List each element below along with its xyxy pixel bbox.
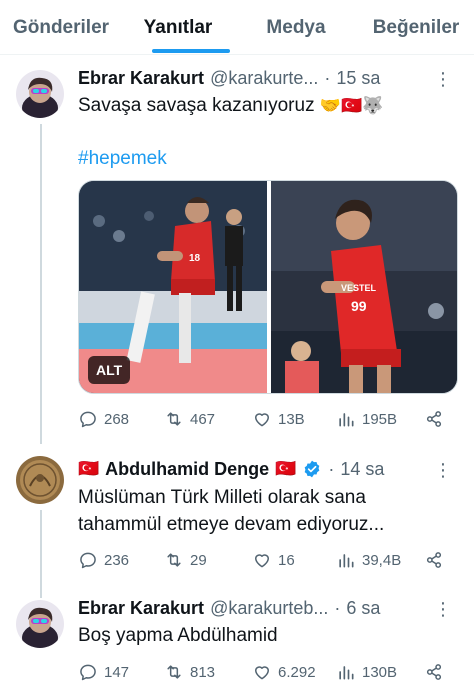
heart-icon [255, 666, 269, 680]
alt-text-badge[interactable]: ALT [88, 356, 131, 384]
post-text: Boş yapma Abdülhamid [78, 625, 278, 646]
heart-icon [255, 554, 269, 568]
reply-button[interactable]: 147 [78, 662, 129, 682]
more-options-icon[interactable]: ⋮ [434, 70, 452, 88]
thread-connector [40, 124, 42, 444]
avatar[interactable] [16, 70, 64, 118]
like-count: 6.292 [278, 663, 316, 681]
post-actions: 147 813 6.292 130B [78, 660, 448, 684]
display-name[interactable]: Ebrar Karakurt [78, 598, 204, 619]
profile-tabs: Gönderiler Yanıtlar Medya Beğeniler [0, 0, 474, 55]
avatar[interactable] [16, 600, 64, 648]
repost-icon [167, 412, 181, 426]
reply-button[interactable]: 268 [78, 409, 129, 429]
svg-text:18: 18 [189, 253, 201, 264]
thread-connector [40, 510, 42, 598]
repost-icon [167, 665, 181, 679]
reply-count: 236 [104, 551, 130, 569]
repost-count: 467 [190, 410, 216, 428]
user-handle[interactable]: @karakurte... [210, 68, 318, 89]
views-button[interactable]: 39,4B [336, 550, 401, 570]
share-button[interactable] [424, 550, 444, 570]
reply-button[interactable]: 236 [78, 550, 129, 570]
tab-gonderiler[interactable]: Gönderiler [0, 0, 122, 55]
tab-begeniler[interactable]: Beğeniler [358, 0, 474, 55]
share-icon [426, 664, 442, 680]
share-button[interactable] [424, 409, 444, 429]
volleyball-photo-right[interactable]: VESTEL 99 [271, 181, 458, 394]
more-options-icon[interactable]: ⋮ [434, 600, 452, 618]
post-time[interactable]: 14 sa [340, 459, 384, 480]
display-name[interactable]: Abdulhamid Denge [105, 459, 269, 480]
like-count: 13B [278, 410, 305, 428]
reply-count: 268 [104, 410, 130, 428]
post-actions: 236 29 16 39,4B [78, 548, 448, 572]
avatar[interactable] [16, 456, 64, 504]
separator-dot: · [328, 458, 335, 479]
views-count: 39,4B [362, 551, 402, 569]
active-tab-indicator [152, 49, 230, 53]
post-actions: 268 467 13B 195B [78, 407, 448, 431]
more-options-icon[interactable]: ⋮ [434, 461, 452, 479]
verified-badge-icon[interactable] [302, 459, 322, 479]
views-chart-icon [339, 666, 354, 680]
hashtag-link[interactable]: #hepemek [78, 148, 167, 170]
views-chart-icon [339, 413, 354, 427]
flag-icon: 🇹🇷 [78, 459, 100, 478]
separator-dot: · [324, 67, 331, 88]
views-chart-icon [339, 554, 354, 568]
svg-text:VESTEL: VESTEL [341, 283, 377, 293]
post-text-line: Müslüman Türk Milleti olarak sana [78, 487, 366, 508]
repost-count: 29 [190, 551, 207, 569]
share-icon [426, 411, 442, 427]
repost-icon [167, 553, 181, 567]
post-text-line: tahammül etmeye devam ediyoruz... [78, 514, 385, 535]
reply-count: 147 [104, 663, 130, 681]
tab-yanitlar[interactable]: Yanıtlar [122, 0, 234, 55]
share-icon [426, 552, 442, 568]
views-count: 130B [362, 663, 398, 681]
repost-button[interactable]: 813 [164, 662, 215, 682]
separator-dot: · [334, 597, 341, 618]
views-count: 195B [362, 410, 398, 428]
post-text: Müslüman Türk Milleti olarak sana tahamm… [78, 484, 384, 538]
user-handle[interactable]: @karakurteb... [210, 598, 328, 619]
media-grid[interactable]: 18 VESTEL 99 ALT [78, 180, 458, 394]
like-button[interactable]: 6.292 [252, 662, 316, 682]
reply-icon [80, 411, 96, 428]
views-button[interactable]: 130B [336, 662, 397, 682]
post-emojis: 🤝🇹🇷🐺 [319, 96, 384, 115]
post-text: Savaşa savaşa kazanıyoruz 🤝🇹🇷🐺 [78, 95, 384, 116]
heart-icon [255, 413, 269, 427]
post-time[interactable]: 15 sa [336, 68, 380, 89]
reply-icon [80, 664, 96, 681]
views-button[interactable]: 195B [336, 409, 397, 429]
repost-button[interactable]: 467 [164, 409, 215, 429]
tab-medya[interactable]: Medya [234, 0, 358, 55]
like-button[interactable]: 16 [252, 550, 295, 570]
display-name[interactable]: Ebrar Karakurt [78, 68, 204, 89]
like-button[interactable]: 13B [252, 409, 305, 429]
svg-text:99: 99 [351, 298, 367, 314]
share-button[interactable] [424, 662, 444, 682]
like-count: 16 [278, 551, 295, 569]
reply-icon [80, 552, 96, 569]
repost-button[interactable]: 29 [164, 550, 207, 570]
repost-count: 813 [190, 663, 216, 681]
flag-icon: 🇹🇷 [275, 459, 297, 478]
post-time[interactable]: 6 sa [346, 598, 380, 619]
